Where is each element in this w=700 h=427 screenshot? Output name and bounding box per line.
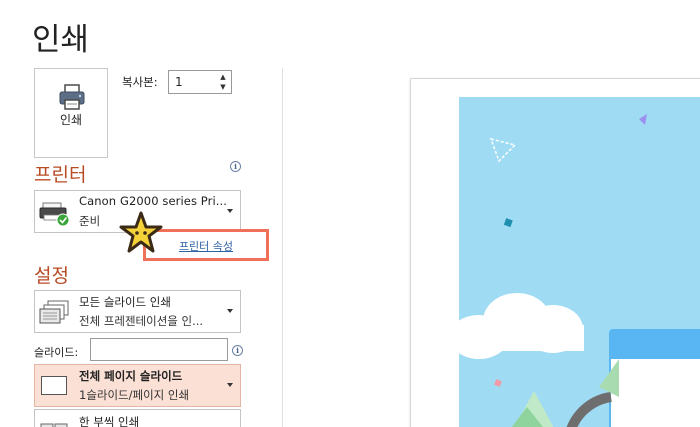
slide-artwork (459, 114, 700, 427)
printer-status: 준비 (79, 214, 101, 228)
copies-value: 1 (175, 75, 183, 89)
slides-info-icon[interactable]: i (232, 345, 243, 356)
printer-heading: 프린터 (34, 164, 87, 186)
slides-field-label: 슬라이드: (34, 346, 79, 359)
chevron-down-icon (227, 382, 233, 387)
full-page-slide-icon (41, 376, 67, 395)
decrement-icon[interactable]: ▼ (217, 82, 229, 92)
copies-stepper[interactable]: 1 ▲ ▼ (168, 70, 232, 94)
page-title: 인쇄 (32, 22, 90, 58)
printer-device-icon (39, 202, 70, 227)
slides-range-subtitle: 전체 프레젠테이션을 인... (79, 314, 204, 328)
increment-icon[interactable]: ▲ (217, 72, 229, 82)
slides-field-input[interactable] (90, 338, 228, 361)
collate-dropdown[interactable]: 한 부씩 인쇄 (34, 409, 241, 427)
slides-range-dropdown[interactable]: 모든 슬라이드 인쇄 전체 프레젠테이션을 인... (34, 290, 241, 333)
print-button-label: 인쇄 (59, 113, 83, 127)
chevron-down-icon (227, 208, 233, 213)
slide-preview (459, 97, 700, 427)
layout-title: 전체 페이지 슬라이드 (79, 369, 183, 383)
printer-info-icon[interactable]: i (230, 161, 241, 172)
print-button[interactable]: 인쇄 (34, 68, 108, 158)
star-cursor-icon (119, 211, 163, 253)
layout-dropdown[interactable]: 전체 페이지 슬라이드 1슬라이드/페이지 인쇄 (34, 364, 241, 407)
settings-heading: 설정 (34, 265, 69, 287)
printer-properties-link[interactable]: 프린터 속성 (146, 238, 266, 254)
slides-stack-icon (39, 300, 69, 324)
collate-icon (40, 423, 68, 427)
layout-subtitle: 1슬라이드/페이지 인쇄 (79, 388, 190, 402)
slides-range-title: 모든 슬라이드 인쇄 (79, 295, 171, 309)
collate-title: 한 부씩 인쇄 (79, 415, 140, 427)
panel-divider (282, 68, 283, 427)
copies-label: 복사본: (122, 75, 158, 89)
printer-icon (59, 84, 85, 110)
printer-name: Canon G2000 series Pri... (79, 194, 228, 208)
chevron-down-icon (227, 308, 233, 313)
